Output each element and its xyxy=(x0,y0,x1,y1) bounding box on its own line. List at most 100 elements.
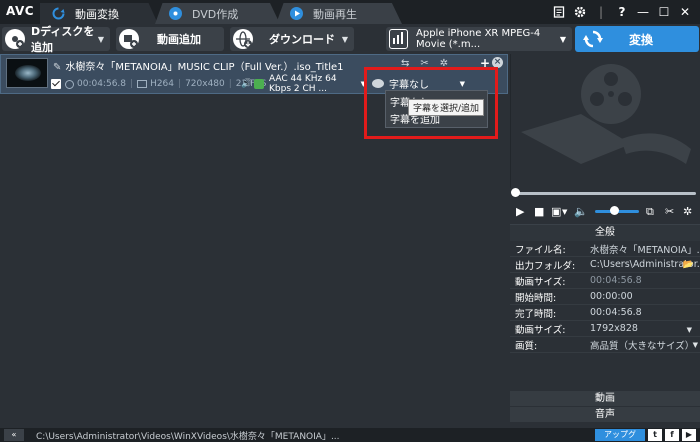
property-row[interactable]: ファイル名: 水樹奈々「METANOIA」... xyxy=(510,241,700,257)
highlight-box xyxy=(364,67,498,139)
close-button[interactable]: ✕ xyxy=(676,3,694,21)
upgrade-button[interactable]: アップグ xyxy=(595,429,645,441)
copy-icon[interactable]: ⧉ xyxy=(646,205,654,219)
tab-dvd-create[interactable]: DVD作成 xyxy=(155,3,280,24)
chevron-down-icon: ▼ xyxy=(341,34,348,44)
cut-icon[interactable]: ✂ xyxy=(665,205,674,218)
property-key: 開始時間: xyxy=(515,292,557,304)
file-checkbox[interactable] xyxy=(51,79,61,89)
download-label: ダウンロード xyxy=(269,33,335,46)
file-title[interactable]: ✎ 水樹奈々「METANOIA」MUSIC CLIP（Full Ver.）.iso… xyxy=(53,58,344,73)
file-name: 水樹奈々「METANOIA」MUSIC CLIP（Full Ver.）.iso_… xyxy=(65,62,344,73)
disc-icon xyxy=(169,7,182,20)
collapse-button[interactable]: « xyxy=(4,429,24,441)
property-value: 00:00:00 xyxy=(590,291,633,302)
video-add-button[interactable]: 動画追加 xyxy=(116,27,224,51)
output-path: C:\Users\Administrator\Videos\WinXVideos… xyxy=(36,431,340,442)
facebook-icon[interactable]: f xyxy=(665,429,679,441)
volume-handle[interactable] xyxy=(610,206,619,215)
play-circle-icon xyxy=(290,7,303,20)
property-value: 00:04:56.8 xyxy=(590,275,642,286)
folder-icon[interactable]: 📂 xyxy=(683,260,694,270)
tab-video-convert[interactable]: 動画変換 xyxy=(40,3,158,24)
convert-icon xyxy=(583,29,603,49)
audio-track-dropdown[interactable]: AAC 44 KHz 64 Kbps 2 CH ... ▼ xyxy=(254,74,366,94)
player-controls: ▶ ■ ▣ ▼ 🔈 ⧉ ✂ ✲ xyxy=(510,188,700,224)
disc-add-icon xyxy=(5,29,25,49)
tab-label: DVD作成 xyxy=(192,7,239,21)
seek-bar[interactable] xyxy=(516,192,696,195)
log-icon[interactable] xyxy=(550,3,568,21)
stop-icon[interactable]: ■ xyxy=(534,205,544,218)
property-key: 完了時間: xyxy=(515,308,557,320)
gear-icon[interactable] xyxy=(571,3,589,21)
minimize-button[interactable]: — xyxy=(634,3,652,21)
file-meta: 00:04:56.8 | H264 | 720x480 | 23 FPS xyxy=(51,77,266,91)
tab-label: 動画再生 xyxy=(313,7,357,21)
video-add-label: 動画追加 xyxy=(157,33,201,46)
property-value: 水樹奈々「METANOIA」... xyxy=(590,244,700,256)
property-value: 高品質（大きなサイズ） ▼ xyxy=(586,338,700,352)
property-row[interactable]: 画質: 高品質（大きなサイズ） ▼ xyxy=(510,337,700,353)
speaker-icon: 🔊 xyxy=(241,79,253,89)
chevron-down-icon[interactable]: ▼ xyxy=(693,341,698,349)
download-button[interactable]: ダウンロード ▼ xyxy=(230,27,354,51)
audio-track-label: AAC 44 KHz 64 Kbps 2 CH ... xyxy=(269,74,337,94)
chevron-down-icon: ▼ xyxy=(97,34,104,44)
divider: | xyxy=(598,5,604,19)
codec-text: H264 xyxy=(150,79,175,89)
property-key: ファイル名: xyxy=(515,244,566,256)
section-video[interactable]: 動画 xyxy=(510,390,700,406)
chevron-down-icon[interactable]: ▼ xyxy=(687,326,692,334)
property-value: 00:04:56.8 xyxy=(590,307,642,318)
window-controls: | ? — ☐ ✕ xyxy=(547,0,700,24)
properties-panel: 全般 ファイル名: 水樹奈々「METANOIA」... 出力フォルダ: C:\U… xyxy=(510,224,700,390)
video-thumbnail xyxy=(6,58,48,88)
seek-handle[interactable] xyxy=(511,188,520,197)
property-key: 動画サイズ: xyxy=(515,276,566,288)
refresh-icon xyxy=(52,7,65,20)
property-value: 1792x828 ▼ xyxy=(586,323,700,334)
property-row: 動画サイズ: 00:04:56.8 xyxy=(510,273,700,289)
volume-icon[interactable]: 🔈 xyxy=(574,205,588,218)
title-bar: AVC 動画変換 DVD作成 動画再生 | ? — ☐ ✕ xyxy=(0,0,700,24)
video-size-text: 1792x828 xyxy=(590,323,638,334)
globe-download-icon xyxy=(233,29,253,49)
video-preview xyxy=(510,54,700,188)
chevron-down-icon[interactable]: ▼ xyxy=(562,208,567,216)
snapshot-icon[interactable]: ▣ xyxy=(551,205,561,218)
output-profile-dropdown[interactable]: Apple iPhone XR MPEG-4 Movie (*.m... ▼ xyxy=(386,27,572,51)
youtube-icon[interactable]: ▶ xyxy=(682,429,696,441)
property-row[interactable]: 出力フォルダ: C:\Users\Administrator... 📂 xyxy=(510,257,700,273)
profile-label: Apple iPhone XR MPEG-4 Movie (*.m... xyxy=(416,28,541,50)
property-key: 出力フォルダ: xyxy=(515,260,576,272)
maximize-button[interactable]: ☐ xyxy=(655,3,673,21)
property-row[interactable]: 動画サイズ: 1792x828 ▼ xyxy=(510,321,700,337)
film-icon xyxy=(137,80,148,88)
duration-text: 00:04:56.8 xyxy=(77,79,127,89)
property-row[interactable]: 開始時間: 00:00:00 xyxy=(510,289,700,305)
section-audio[interactable]: 音声 xyxy=(510,406,700,422)
app-logo: AVC xyxy=(6,4,35,18)
clock-icon xyxy=(65,79,74,89)
quality-text: 高品質（大きなサイズ） xyxy=(590,340,695,352)
tab-video-play[interactable]: 動画再生 xyxy=(276,3,402,24)
tab-label: 動画変換 xyxy=(75,7,119,21)
toolbar: Dディスクを追加 ▼ 動画追加 ダウンロード ▼ Apple iPhone XR… xyxy=(0,24,700,54)
property-key: 動画サイズ: xyxy=(515,324,566,336)
twitter-icon[interactable]: t xyxy=(648,429,662,441)
help-button[interactable]: ? xyxy=(613,3,631,21)
chevron-down-icon: ▼ xyxy=(559,34,566,44)
property-row[interactable]: 完了時間: 00:04:56.8 xyxy=(510,305,700,321)
play-icon[interactable]: ▶ xyxy=(516,205,524,218)
property-value: C:\Users\Administrator... 📂 xyxy=(586,259,700,270)
app-window: AVC 動画変換 DVD作成 動画再生 | ? — ☐ ✕ Dディスクを追加 ▼… xyxy=(0,0,700,442)
effects-icon[interactable]: ✲ xyxy=(683,205,692,218)
disc-add-button[interactable]: Dディスクを追加 ▼ xyxy=(2,25,110,54)
phone-profile-icon xyxy=(389,29,408,49)
status-bar: « C:\Users\Administrator\Videos\WinXVide… xyxy=(0,428,700,442)
convert-button[interactable]: 変換 xyxy=(575,26,699,52)
disc-add-label: Dディスクを追加 xyxy=(31,25,95,54)
convert-label: 変換 xyxy=(629,32,654,47)
pencil-icon[interactable]: ✎ xyxy=(53,62,61,73)
